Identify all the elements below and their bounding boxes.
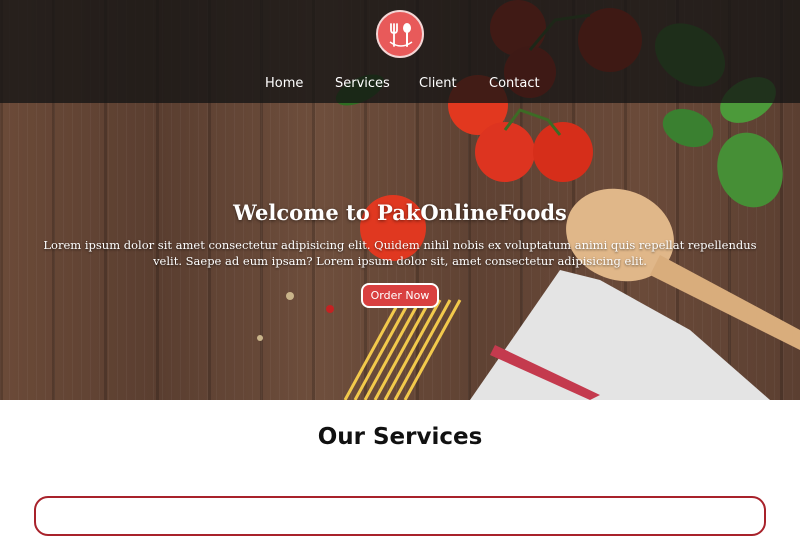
top-navigation-bar: Home Services Client Contact xyxy=(0,0,800,103)
order-now-button[interactable]: Order Now xyxy=(360,283,440,308)
nav-item-home[interactable]: Home xyxy=(265,76,303,91)
service-card xyxy=(34,496,766,536)
hero-title: Welcome to PakOnlineFoods xyxy=(233,200,567,225)
nav-item-client[interactable]: Client xyxy=(419,76,457,91)
logo[interactable] xyxy=(376,10,424,58)
hero-content: Welcome to PakOnlineFoods Lorem ipsum do… xyxy=(0,200,800,308)
fork-spoon-icon xyxy=(389,23,413,47)
nav-menu: Home Services Client Contact xyxy=(0,76,800,96)
hero-section: Home Services Client Contact Welcome to … xyxy=(0,0,800,400)
services-heading: Our Services xyxy=(317,424,483,450)
hero-description: Lorem ipsum dolor sit amet consectetur a… xyxy=(43,238,757,268)
nav-item-services[interactable]: Services xyxy=(335,76,390,91)
nav-item-contact[interactable]: Contact xyxy=(489,76,540,91)
